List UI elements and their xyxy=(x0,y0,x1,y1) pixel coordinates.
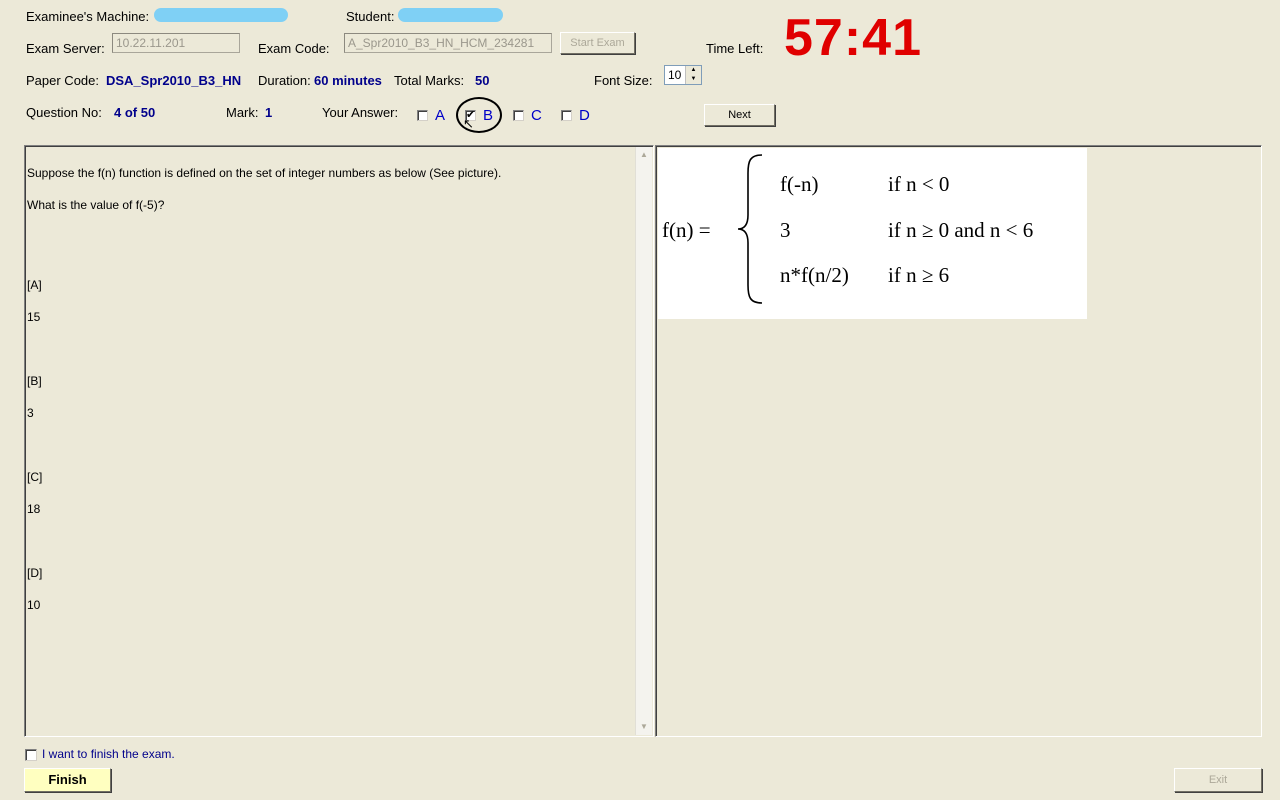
scroll-down-icon[interactable]: ▼ xyxy=(638,721,650,733)
answer-d-checkbox[interactable] xyxy=(561,110,572,121)
finish-button[interactable]: Finish xyxy=(24,768,111,792)
exam-server-field[interactable]: 10.22.11.201 xyxy=(112,33,240,53)
spinner-up-icon[interactable]: ▲ xyxy=(686,66,701,75)
formula-image: f(n) = f(-n) if n < 0 3 if n ≥ 0 and n <… xyxy=(658,148,1087,319)
total-marks-value: 50 xyxy=(475,73,490,88)
formula-row1-cond: if n < 0 xyxy=(888,172,950,196)
exit-button[interactable]: Exit xyxy=(1174,768,1262,792)
formula-row1-expr: f(-n) xyxy=(780,172,819,196)
next-button[interactable]: Next xyxy=(704,104,775,126)
formula-lhs: f(n) = xyxy=(662,218,711,242)
exam-code-label: Exam Code: xyxy=(258,41,330,56)
question-panel[interactable]: Suppose the f(n) function is defined on … xyxy=(24,145,654,737)
spinner-arrows[interactable]: ▲ ▼ xyxy=(685,66,701,84)
answer-c-tag: [C] xyxy=(27,470,43,484)
mark-label: Mark: xyxy=(226,105,259,120)
answer-c-value: 18 xyxy=(27,502,41,516)
answer-d-label[interactable]: D xyxy=(579,107,590,124)
exam-server-label: Exam Server: xyxy=(26,41,105,56)
question-no-label: Question No: xyxy=(26,105,102,120)
student-label: Student: xyxy=(346,9,395,24)
brace-icon xyxy=(737,154,763,304)
finish-exam-checkbox[interactable] xyxy=(25,749,37,761)
answer-d-value: 10 xyxy=(27,598,41,612)
answer-c-checkbox[interactable] xyxy=(513,110,524,121)
time-left-label: Time Left: xyxy=(706,41,764,56)
answer-a-value: 15 xyxy=(27,310,41,324)
font-size-label: Font Size: xyxy=(594,73,653,88)
your-answer-label: Your Answer: xyxy=(322,105,399,120)
answer-b-tag: [B] xyxy=(27,374,42,388)
formula-row2-cond: if n ≥ 0 and n < 6 xyxy=(888,218,1034,242)
redacted-student-name xyxy=(398,8,503,22)
answer-d-tag: [D] xyxy=(27,566,43,580)
time-left-value: 57:41 xyxy=(784,9,922,67)
examinee-machine-label: Examinee's Machine: xyxy=(26,9,150,24)
question-scrollbar[interactable]: ▲ ▼ xyxy=(635,147,652,735)
font-size-value: 10 xyxy=(668,68,682,82)
answer-a-checkbox[interactable] xyxy=(417,110,428,121)
mouse-cursor-icon: ↖ xyxy=(463,116,474,131)
question-line-1: Suppose the f(n) function is defined on … xyxy=(27,166,502,180)
scroll-up-icon[interactable]: ▲ xyxy=(638,149,650,161)
mark-value: 1 xyxy=(265,105,273,120)
question-no-value: 4 of 50 xyxy=(114,105,156,120)
answer-c-label[interactable]: C xyxy=(531,107,542,124)
duration-value: 60 minutes xyxy=(314,73,382,88)
spinner-down-icon[interactable]: ▼ xyxy=(686,75,701,84)
paper-code-value: DSA_Spr2010_B3_HN xyxy=(106,73,242,88)
total-marks-label: Total Marks: xyxy=(394,73,465,88)
start-exam-button[interactable]: Start Exam xyxy=(560,32,635,54)
duration-label: Duration: xyxy=(258,73,311,88)
formula-row2-expr: 3 xyxy=(780,218,791,242)
picture-panel: f(n) = f(-n) if n < 0 3 if n ≥ 0 and n <… xyxy=(655,145,1262,737)
answer-a-label[interactable]: A xyxy=(435,107,445,124)
formula-row3-expr: n*f(n/2) xyxy=(780,263,849,287)
exam-code-field[interactable]: A_Spr2010_B3_HN_HCM_234281 xyxy=(344,33,552,53)
finish-exam-checkbox-label[interactable]: I want to finish the exam. xyxy=(42,747,175,761)
answer-b-value: 3 xyxy=(27,406,34,420)
question-line-2: What is the value of f(-5)? xyxy=(27,198,165,212)
answer-a-tag: [A] xyxy=(27,278,42,292)
redacted-machine-name xyxy=(154,8,288,22)
formula-row3-cond: if n ≥ 6 xyxy=(888,263,950,287)
question-text: Suppose the f(n) function is defined on … xyxy=(25,146,653,632)
font-size-spinner[interactable]: 10 ▲ ▼ xyxy=(664,65,702,85)
paper-code-label: Paper Code: xyxy=(26,73,99,88)
